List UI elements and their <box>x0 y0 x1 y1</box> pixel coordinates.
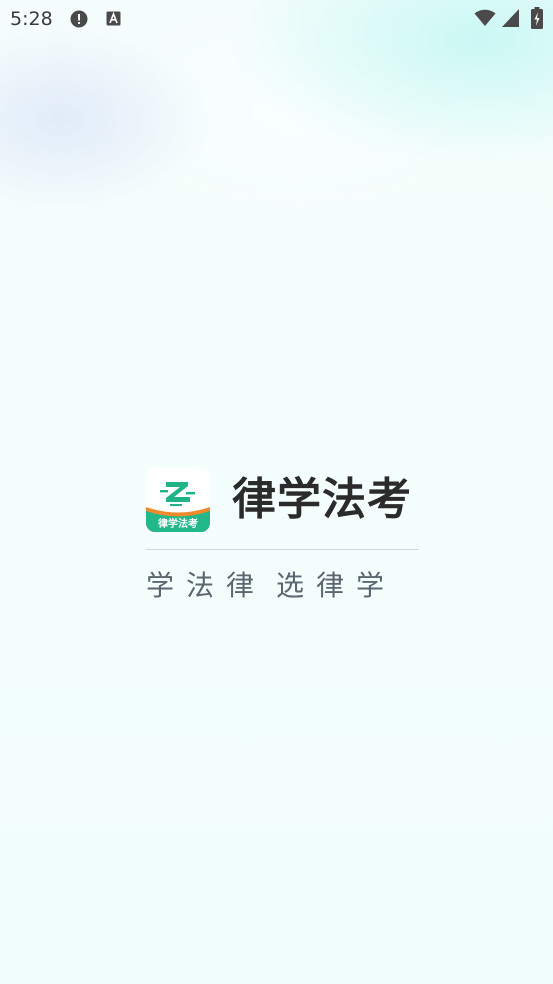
slogan-left: 学法律 <box>146 569 267 602</box>
signal-icon <box>502 9 519 27</box>
divider <box>146 549 419 550</box>
wifi-icon <box>474 9 496 26</box>
app-logo-icon: 律学法考 <box>146 468 210 532</box>
status-time: 5:28 <box>10 8 53 30</box>
alert-icon <box>70 10 88 28</box>
a-notification-icon <box>106 11 121 26</box>
logo-label: 律学法考 <box>158 517 198 530</box>
status-bar: 5:28 <box>0 0 553 38</box>
slogan: 学法律 选律学 <box>146 566 422 606</box>
battery-icon <box>531 7 543 29</box>
slogan-right: 选律学 <box>276 569 397 602</box>
brand-name: 律学法考 <box>232 474 412 525</box>
